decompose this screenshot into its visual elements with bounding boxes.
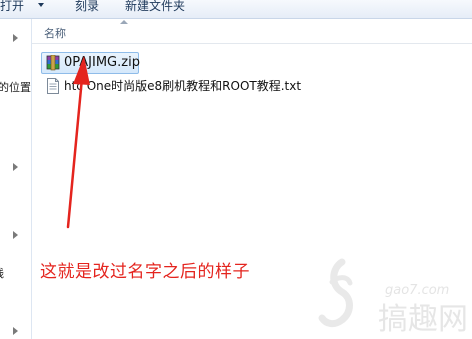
svg-text:gao7.com: gao7.com (385, 283, 449, 298)
burn-button[interactable]: 刻录 (75, 0, 99, 15)
file-item-txt[interactable]: htc One时尚版e8刷机教程和ROOT教程.txt (42, 76, 302, 94)
file-name: htc One时尚版e8刷机教程和ROOT教程.txt (64, 79, 302, 93)
new-folder-button[interactable]: 新建文件夹 (125, 0, 185, 15)
column-header: 名称 (32, 19, 472, 44)
annotation-text: 这就是改过名字之后的样子 (40, 262, 250, 282)
file-item-zip[interactable]: 0PAJIMG.zip (41, 52, 140, 74)
navigation-pane: 的位置 线 (0, 19, 32, 339)
command-toolbar: 打开 刻录 新建文件夹 (0, 0, 472, 19)
annotation-arrow-icon (66, 56, 90, 229)
nav-expand-chevron-icon[interactable] (13, 231, 18, 239)
column-name-header[interactable]: 名称 (44, 25, 66, 41)
svg-text:搞趣网: 搞趣网 (378, 302, 468, 337)
nav-item-recent-places[interactable]: 的位置 (0, 79, 31, 95)
nav-item-network[interactable]: 线 (0, 265, 4, 281)
text-file-icon (47, 78, 59, 94)
gao7-watermark-logo: gao7.com 搞趣网 (318, 258, 468, 337)
nav-expand-chevron-icon[interactable] (13, 34, 18, 42)
sort-ascending-icon (120, 20, 128, 24)
open-button[interactable]: 打开 (0, 0, 24, 15)
nav-expand-chevron-icon[interactable] (13, 163, 18, 171)
file-name: 0PAJIMG.zip (64, 55, 140, 70)
winrar-archive-icon (46, 55, 60, 71)
open-dropdown-arrow-icon[interactable] (38, 3, 44, 7)
nav-expand-chevron-icon[interactable] (13, 327, 18, 335)
